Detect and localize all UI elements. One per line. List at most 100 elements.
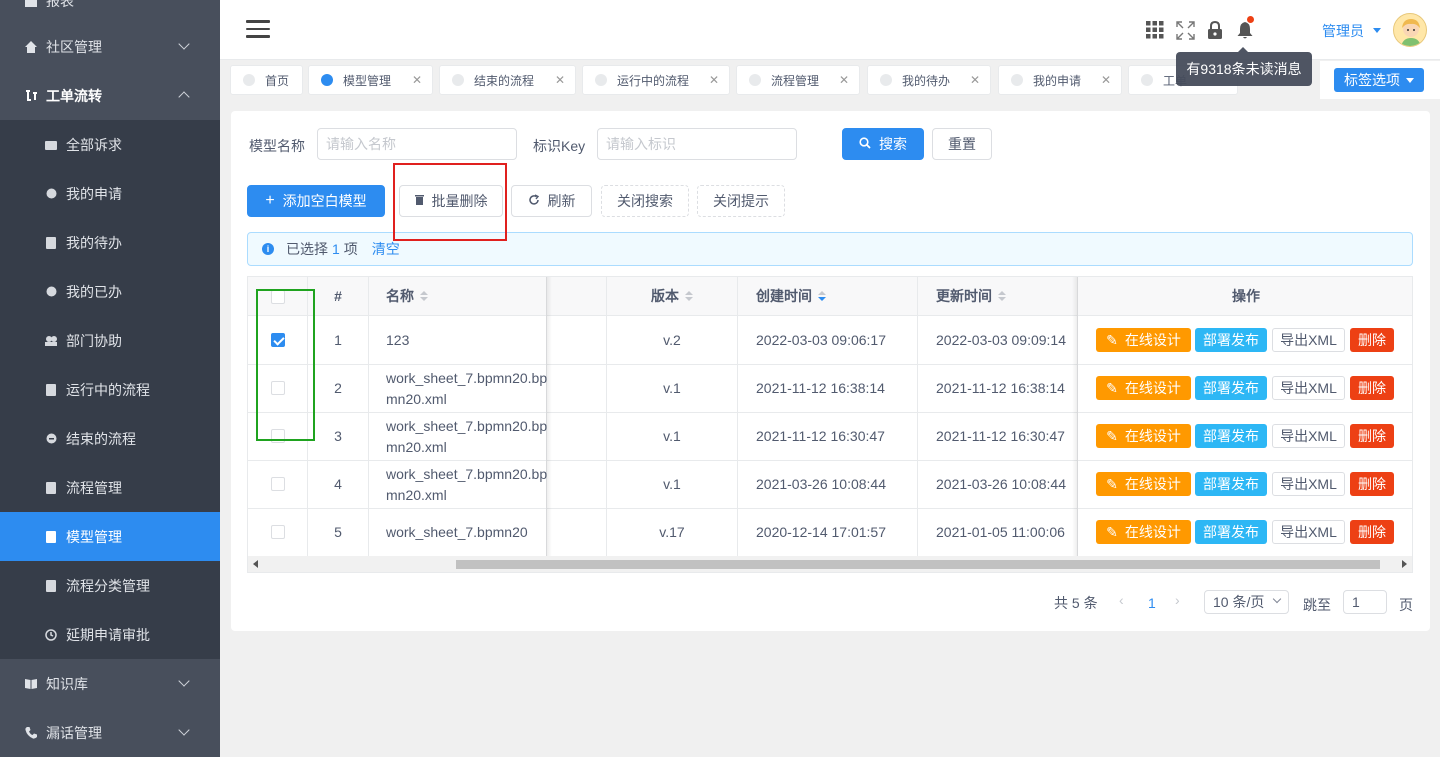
sidebar-item-knowledge[interactable]: 知识库: [0, 659, 220, 708]
avatar[interactable]: [1393, 13, 1427, 47]
chart-icon: [24, 0, 38, 8]
horizontal-scrollbar[interactable]: [248, 556, 1412, 572]
export-xml-button[interactable]: 导出XML: [1272, 520, 1345, 544]
row-index: 2: [334, 380, 342, 396]
tab-home[interactable]: 首页: [230, 65, 303, 95]
tab-flow-management[interactable]: 流程管理 ✕: [736, 65, 860, 95]
col-version[interactable]: 版本: [607, 277, 737, 316]
sidebar-item-flow-category[interactable]: 流程分类管理: [0, 561, 220, 610]
tab-my-applications[interactable]: 我的申请 ✕: [998, 65, 1122, 95]
search-button[interactable]: 搜索: [842, 128, 924, 160]
delete-button[interactable]: 删除: [1350, 328, 1394, 352]
close-search-button[interactable]: 关闭搜索: [601, 185, 689, 217]
delete-button[interactable]: 删除: [1350, 424, 1394, 448]
chevron-up-icon: [178, 91, 190, 103]
add-model-button[interactable]: + 添加空白模型: [247, 185, 385, 217]
col-version-label: 版本: [651, 288, 679, 304]
sidebar-item-my-done[interactable]: 我的已办: [0, 267, 220, 316]
close-icon[interactable]: ✕: [970, 73, 980, 87]
tab-my-todo[interactable]: 我的待办 ✕: [867, 65, 991, 95]
caret-down-icon: [1406, 77, 1414, 83]
col-created[interactable]: 创建时间: [756, 277, 916, 316]
menu-toggle-icon[interactable]: [246, 20, 270, 38]
sort-icon[interactable]: [818, 291, 826, 301]
sort-icon[interactable]: [685, 291, 693, 301]
sidebar-item-label: 运行中的流程: [66, 381, 150, 398]
design-button[interactable]: ✎ 在线设计: [1096, 472, 1191, 496]
refresh-button[interactable]: 刷新: [511, 185, 592, 217]
sort-icon[interactable]: [420, 291, 428, 301]
design-button[interactable]: ✎ 在线设计: [1096, 520, 1191, 544]
close-icon[interactable]: ✕: [412, 73, 422, 87]
design-button[interactable]: ✎ 在线设计: [1096, 328, 1191, 352]
sidebar-item-model-management[interactable]: 模型管理: [0, 512, 220, 561]
sidebar-item-my-applications[interactable]: 我的申请: [0, 169, 220, 218]
design-button[interactable]: ✎ 在线设计: [1096, 376, 1191, 400]
close-icon[interactable]: ✕: [839, 73, 849, 87]
row-checkbox[interactable]: [271, 477, 285, 491]
export-xml-button[interactable]: 导出XML: [1272, 328, 1345, 352]
delete-button[interactable]: 删除: [1350, 472, 1394, 496]
export-xml-button[interactable]: 导出XML: [1272, 376, 1345, 400]
reset-button[interactable]: 重置: [932, 128, 992, 160]
export-xml-button[interactable]: 导出XML: [1272, 424, 1345, 448]
tab-running-flows[interactable]: 运行中的流程 ✕: [582, 65, 730, 95]
row-checkbox[interactable]: [271, 525, 285, 539]
delete-button[interactable]: 删除: [1350, 376, 1394, 400]
close-icon[interactable]: ✕: [1101, 73, 1111, 87]
col-name[interactable]: 名称: [386, 277, 546, 316]
sidebar-item-all-requests[interactable]: 全部诉求: [0, 120, 220, 169]
close-icon[interactable]: ✕: [555, 73, 565, 87]
highlight-box: [393, 163, 507, 241]
deploy-button[interactable]: 部署发布: [1195, 472, 1267, 496]
user-menu[interactable]: 管理员: [1322, 21, 1364, 41]
export-xml-button[interactable]: 导出XML: [1272, 472, 1345, 496]
clear-selection-link[interactable]: 清空: [372, 239, 400, 259]
tab-ended-flows[interactable]: 结束的流程 ✕: [439, 65, 576, 95]
tab-dot-icon: [749, 74, 761, 86]
page-number[interactable]: 1: [1148, 595, 1156, 611]
refresh-icon: [528, 193, 540, 209]
highlight-box: [256, 289, 315, 441]
sidebar-item-community[interactable]: 社区管理: [0, 22, 220, 71]
tab-model-management[interactable]: 模型管理 ✕: [308, 65, 433, 95]
close-tip-button[interactable]: 关闭提示: [697, 185, 785, 217]
tab-options-button[interactable]: 标签选项: [1334, 68, 1424, 92]
apps-grid-icon[interactable]: [1145, 20, 1165, 40]
key-input[interactable]: 请输入标识: [597, 128, 797, 160]
name-input[interactable]: 请输入名称: [317, 128, 517, 160]
deploy-button[interactable]: 部署发布: [1195, 424, 1267, 448]
row-updated: 2021-03-26 10:08:44: [936, 476, 1066, 492]
scroll-left-icon[interactable]: [253, 560, 258, 568]
sidebar-item-missed-calls[interactable]: 漏话管理: [0, 708, 220, 757]
sidebar-item-extension-approval[interactable]: 延期申请审批: [0, 610, 220, 659]
sidebar-item-dept-assist[interactable]: 部门协助: [0, 316, 220, 365]
deploy-button[interactable]: 部署发布: [1195, 328, 1267, 352]
delete-button[interactable]: 删除: [1350, 520, 1394, 544]
bell-icon[interactable]: [1235, 16, 1255, 40]
row-version: v.1: [663, 476, 681, 492]
design-button[interactable]: ✎ 在线设计: [1096, 424, 1191, 448]
tab-label: 我的申请: [1033, 73, 1082, 88]
caret-down-icon[interactable]: [1373, 28, 1381, 33]
sidebar-item-my-todo[interactable]: 我的待办: [0, 218, 220, 267]
deploy-button[interactable]: 部署发布: [1195, 520, 1267, 544]
fullscreen-icon[interactable]: [1175, 20, 1195, 40]
jump-input[interactable]: 1: [1343, 590, 1387, 614]
total-count: 共 5 条: [1054, 595, 1098, 611]
deploy-button[interactable]: 部署发布: [1195, 376, 1267, 400]
jump-label: 跳至: [1303, 597, 1331, 613]
row-created: 2020-12-14 17:01:57: [756, 524, 886, 540]
scroll-thumb[interactable]: [456, 560, 1380, 569]
sidebar-item-ended-flows[interactable]: 结束的流程: [0, 414, 220, 463]
tab-label: 运行中的流程: [617, 73, 690, 88]
sidebar-item-running-flows[interactable]: 运行中的流程: [0, 365, 220, 414]
sidebar-item-workorder[interactable]: 工单流转: [0, 71, 220, 120]
lock-icon[interactable]: [1205, 20, 1225, 40]
sidebar-item-flow-management[interactable]: 流程管理: [0, 463, 220, 512]
sort-icon[interactable]: [998, 291, 1006, 301]
scroll-right-icon[interactable]: [1402, 560, 1407, 568]
prev-page-icon[interactable]: ‹: [1119, 592, 1124, 608]
close-icon[interactable]: ✕: [709, 73, 719, 87]
next-page-icon[interactable]: ›: [1175, 592, 1180, 608]
